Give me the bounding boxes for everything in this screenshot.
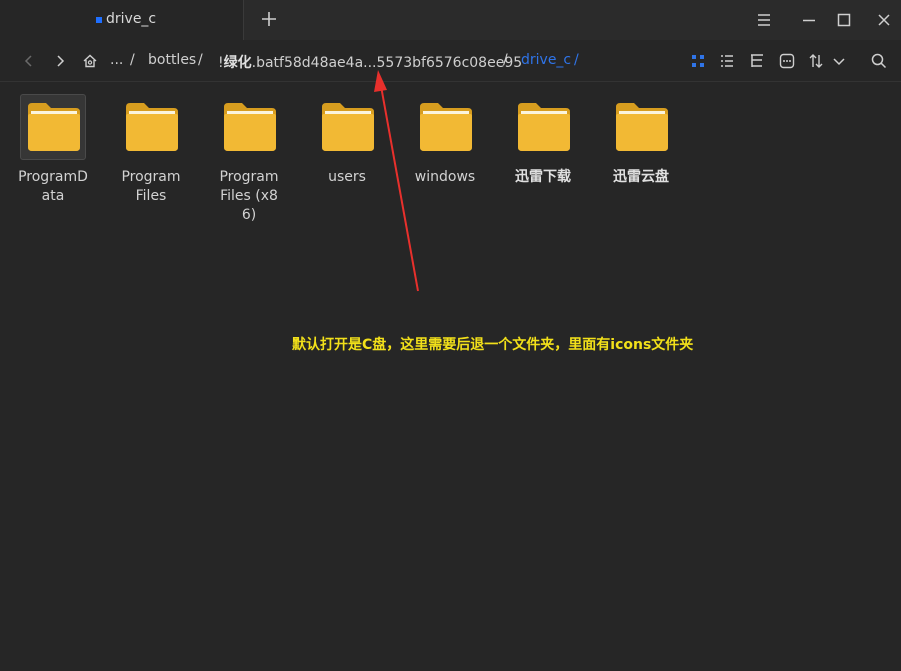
folder-icon — [224, 103, 276, 151]
folder-label: ProgramData — [18, 169, 88, 204]
file-manager-window: drive_c ... / bottles / !绿化.batf58d48ae4… — [0, 0, 901, 671]
folder-item[interactable]: users — [312, 94, 382, 187]
folder-icon-wrap — [314, 94, 380, 160]
folder-item[interactable]: Program Files — [116, 94, 186, 206]
home-icon[interactable] — [81, 52, 99, 70]
maximize-icon[interactable] — [832, 8, 856, 32]
folder-label: users — [328, 169, 366, 185]
title-bar: drive_c — [0, 0, 901, 40]
folder-icon-wrap — [118, 94, 184, 160]
folder-icon — [518, 103, 570, 151]
folder-icon — [322, 103, 374, 151]
tab-indicator-icon — [96, 17, 102, 23]
tab-label: drive_c — [106, 11, 157, 27]
tree-view-icon[interactable] — [747, 51, 767, 71]
folder-item[interactable]: ProgramData — [18, 94, 88, 206]
list-view-icon[interactable] — [717, 51, 737, 71]
forward-chevron-icon[interactable] — [51, 52, 69, 70]
folder-icon-wrap — [216, 94, 282, 160]
breadcrumb-ellipsis[interactable]: ... — [110, 52, 123, 68]
breadcrumb-bottle-bold: 绿化 — [223, 55, 252, 71]
new-tab-plus-icon[interactable] — [258, 8, 280, 30]
more-options-icon[interactable] — [777, 51, 797, 71]
folder-item[interactable]: Program Files (x86) — [214, 94, 284, 225]
folder-icon — [28, 103, 80, 151]
search-icon[interactable] — [869, 51, 889, 71]
folder-label: windows — [414, 169, 476, 185]
breadcrumb-separator: / — [574, 52, 579, 68]
breadcrumb-bottle[interactable]: !绿化.batf58d48ae4a...5573bf6576c08ee95 — [218, 52, 522, 72]
breadcrumb-separator: / — [130, 52, 135, 68]
folder-icon — [420, 103, 472, 151]
folder-icon-wrap — [608, 94, 674, 160]
folder-icon — [126, 103, 178, 151]
breadcrumb-bottles[interactable]: bottles — [148, 52, 196, 68]
folder-icon — [616, 103, 668, 151]
annotation-text: 默认打开是C盘，这里需要后退一个文件夹，里面有icons文件夹 — [292, 337, 694, 353]
breadcrumb-separator: / — [198, 52, 203, 68]
folder-icon-wrap — [412, 94, 478, 160]
address-bar: ... / bottles / !绿化.batf58d48ae4a...5573… — [0, 40, 901, 82]
breadcrumb-separator: / — [503, 52, 508, 68]
breadcrumb-current[interactable]: drive_c — [521, 52, 571, 68]
tab-drive-c[interactable]: drive_c — [0, 0, 244, 40]
folder-label: 迅雷下载 — [515, 169, 571, 185]
back-chevron-icon[interactable] — [20, 52, 38, 70]
folder-label: Program Files (x86) — [219, 169, 279, 223]
grid-view-icon[interactable] — [688, 51, 708, 71]
folder-label: 迅雷云盘 — [613, 169, 669, 185]
folder-item[interactable]: windows — [410, 94, 480, 187]
sort-icon[interactable] — [806, 51, 826, 71]
chevron-down-icon[interactable] — [829, 51, 849, 71]
folder-item[interactable]: 迅雷云盘 — [606, 94, 676, 187]
menu-icon[interactable] — [752, 8, 776, 32]
folder-icon-wrap — [510, 94, 576, 160]
minimize-icon[interactable] — [797, 8, 821, 32]
close-icon[interactable] — [872, 8, 896, 32]
folder-item[interactable]: 迅雷下载 — [508, 94, 578, 187]
folder-label: Program Files — [121, 169, 181, 204]
breadcrumb-bottle-rest: .batf58d48ae4a...5573bf6576c08ee95 — [251, 55, 523, 71]
folder-icon-wrap — [20, 94, 86, 160]
